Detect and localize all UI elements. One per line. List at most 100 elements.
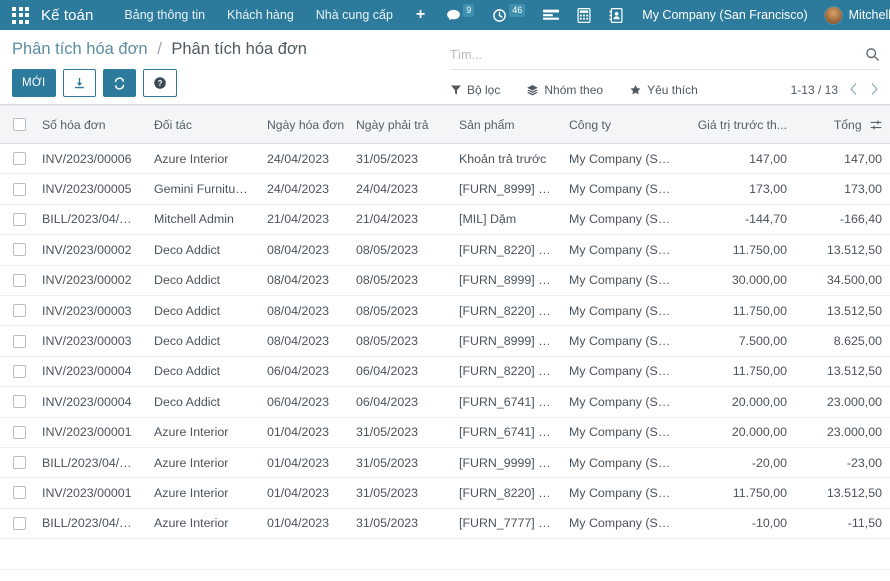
- row-checkbox[interactable]: [13, 364, 26, 378]
- action-buttons: MỚI ?: [12, 69, 307, 97]
- favorites-dropdown[interactable]: Yêu thích: [629, 80, 710, 100]
- list-view-button[interactable]: [534, 0, 568, 30]
- row-select-cell[interactable]: [0, 508, 34, 540]
- column-header-invoice-number[interactable]: Số hóa đơn: [34, 105, 146, 144]
- row-checkbox[interactable]: [13, 273, 26, 287]
- row-select-cell[interactable]: [0, 265, 34, 296]
- chevron-right-icon[interactable]: [869, 82, 880, 99]
- refresh-button[interactable]: [102, 69, 136, 97]
- row-checkbox[interactable]: [13, 516, 26, 530]
- menu-item-vendors[interactable]: Nhà cung cấp: [305, 0, 404, 30]
- messages-button[interactable]: 9: [437, 0, 483, 30]
- empty-cell: [451, 538, 561, 571]
- cell-product: [FURN_7777] Ghế ...: [451, 508, 561, 540]
- filters-label: Bộ lọc: [467, 83, 501, 97]
- menu-item-customers[interactable]: Khách hàng: [216, 0, 305, 30]
- table-row[interactable]: INV/2023/00003 Deco Addict 08/04/2023 08/05…: [0, 325, 890, 357]
- table-row[interactable]: INV/2023/00002 Deco Addict 08/04/2023 08/05…: [0, 265, 890, 296]
- groupby-label: Nhóm theo: [544, 83, 604, 97]
- cell-invoice-date: 01/04/2023: [259, 508, 348, 540]
- chevron-left-icon[interactable]: [848, 82, 859, 99]
- filters-dropdown[interactable]: Bộ lọc: [450, 80, 512, 100]
- cell-untaxed-amount: 11.750,00: [685, 356, 795, 388]
- table-row[interactable]: INV/2023/00003 Deco Addict 08/04/2023 08/05…: [0, 295, 890, 327]
- row-select-cell[interactable]: [0, 204, 34, 236]
- table-row[interactable]: INV/2023/00004 Deco Addict 06/04/2023 06/04…: [0, 386, 890, 418]
- column-toggle-icon[interactable]: [870, 119, 882, 131]
- select-all-checkbox[interactable]: [13, 118, 26, 131]
- search-input[interactable]: [450, 47, 859, 62]
- table-row[interactable]: INV/2023/00001 Azure Interior 01/04/2023 31…: [0, 417, 890, 448]
- column-header-due-date[interactable]: Ngày phải trả: [348, 105, 451, 144]
- table-row[interactable]: INV/2023/00004 Deco Addict 06/04/2023 06/04…: [0, 356, 890, 388]
- column-header-total[interactable]: Tổng: [795, 105, 890, 144]
- row-select-cell[interactable]: [0, 447, 34, 479]
- row-checkbox[interactable]: [13, 486, 26, 500]
- new-button[interactable]: MỚI: [12, 69, 56, 97]
- row-select-cell[interactable]: [0, 417, 34, 448]
- cell-product: [FURN_8999] Sofa...: [451, 265, 561, 296]
- cell-invoice-number: BILL/2023/04/0001: [34, 447, 146, 479]
- cell-due-date: 21/04/2023: [348, 204, 451, 236]
- cell-due-date: 31/05/2023: [348, 447, 451, 479]
- row-checkbox[interactable]: [13, 243, 26, 257]
- table-row[interactable]: INV/2023/00006 Azure Interior 24/04/2023 31…: [0, 143, 890, 175]
- row-checkbox[interactable]: [13, 334, 26, 348]
- help-button[interactable]: ?: [142, 69, 177, 97]
- select-all-header[interactable]: [0, 105, 34, 144]
- row-select-cell[interactable]: [0, 143, 34, 175]
- table-row[interactable]: BILL/2023/04/0001 Azure Interior 01/04/202…: [0, 447, 890, 479]
- row-select-cell[interactable]: [0, 356, 34, 388]
- row-checkbox[interactable]: [13, 182, 26, 196]
- column-header-partner[interactable]: Đối tác: [146, 105, 259, 144]
- company-switcher[interactable]: My Company (San Francisco): [632, 8, 817, 22]
- breadcrumb-parent[interactable]: Phân tích hóa đơn: [12, 40, 148, 58]
- column-header-untaxed-amount[interactable]: Giá trị trước th...: [685, 105, 795, 144]
- filter-funnel-icon: [451, 85, 461, 95]
- row-select-cell[interactable]: [0, 295, 34, 327]
- empty-cell: [561, 538, 685, 571]
- contacts-book-button[interactable]: [600, 0, 632, 30]
- user-menu[interactable]: Mitchell Admin: [818, 5, 890, 25]
- row-checkbox[interactable]: [13, 425, 26, 439]
- search-icon[interactable]: [859, 47, 880, 62]
- user-name[interactable]: Mitchell Admin: [849, 8, 890, 22]
- row-checkbox[interactable]: [13, 456, 26, 470]
- row-checkbox[interactable]: [13, 152, 26, 166]
- row-select-cell[interactable]: [0, 386, 34, 418]
- download-icon: [74, 77, 84, 88]
- table-row[interactable]: INV/2023/00001 Azure Interior 01/04/2023 31…: [0, 477, 890, 509]
- table-row[interactable]: INV/2023/00002 Deco Addict 08/04/2023 08/05…: [0, 234, 890, 266]
- row-checkbox[interactable]: [13, 212, 26, 226]
- cell-company: My Company (San...: [561, 295, 685, 327]
- row-select-cell[interactable]: [0, 325, 34, 357]
- cell-untaxed-amount: 11.750,00: [685, 234, 795, 266]
- menu-item-dashboard[interactable]: Bảng thông tin: [113, 0, 216, 30]
- control-panel-left: Phân tích hóa đơn / Phân tích hóa đơn MỚ…: [12, 30, 307, 97]
- systray: 9 46 My Company (San Francisco) Mitchell: [437, 0, 890, 30]
- table-row[interactable]: INV/2023/00005 Gemini Furniture, ... 24/04…: [0, 173, 890, 205]
- activities-button[interactable]: 46: [483, 0, 534, 30]
- cell-total: 13.512,50: [795, 234, 890, 266]
- table-row[interactable]: BILL/2023/04/0001 Azure Interior 01/04/202…: [0, 508, 890, 540]
- row-select-cell[interactable]: [0, 477, 34, 509]
- app-brand-accounting[interactable]: Kế toán: [41, 7, 93, 24]
- empty-cell: [146, 538, 259, 571]
- column-header-invoice-date[interactable]: Ngày hóa đơn: [259, 105, 348, 144]
- row-checkbox[interactable]: [13, 395, 26, 409]
- apps-grid-icon[interactable]: [6, 3, 35, 28]
- column-header-company[interactable]: Công ty: [561, 105, 685, 144]
- cell-due-date: 08/05/2023: [348, 265, 451, 296]
- row-checkbox[interactable]: [13, 304, 26, 318]
- column-header-product[interactable]: Sản phẩm: [451, 105, 561, 144]
- row-select-cell[interactable]: [0, 234, 34, 266]
- cell-invoice-number: INV/2023/00002: [34, 234, 146, 266]
- download-button[interactable]: [62, 69, 96, 97]
- row-select-cell[interactable]: [0, 173, 34, 205]
- groupby-dropdown[interactable]: Nhóm theo: [526, 80, 615, 100]
- cell-invoice-date: 08/04/2023: [259, 325, 348, 357]
- table-row[interactable]: BILL/2023/04/00... Mitchell Admin 21/04/20…: [0, 204, 890, 236]
- cell-partner: Deco Addict: [146, 265, 259, 296]
- plus-icon[interactable]: +: [404, 0, 437, 30]
- calculator-button[interactable]: [568, 0, 600, 30]
